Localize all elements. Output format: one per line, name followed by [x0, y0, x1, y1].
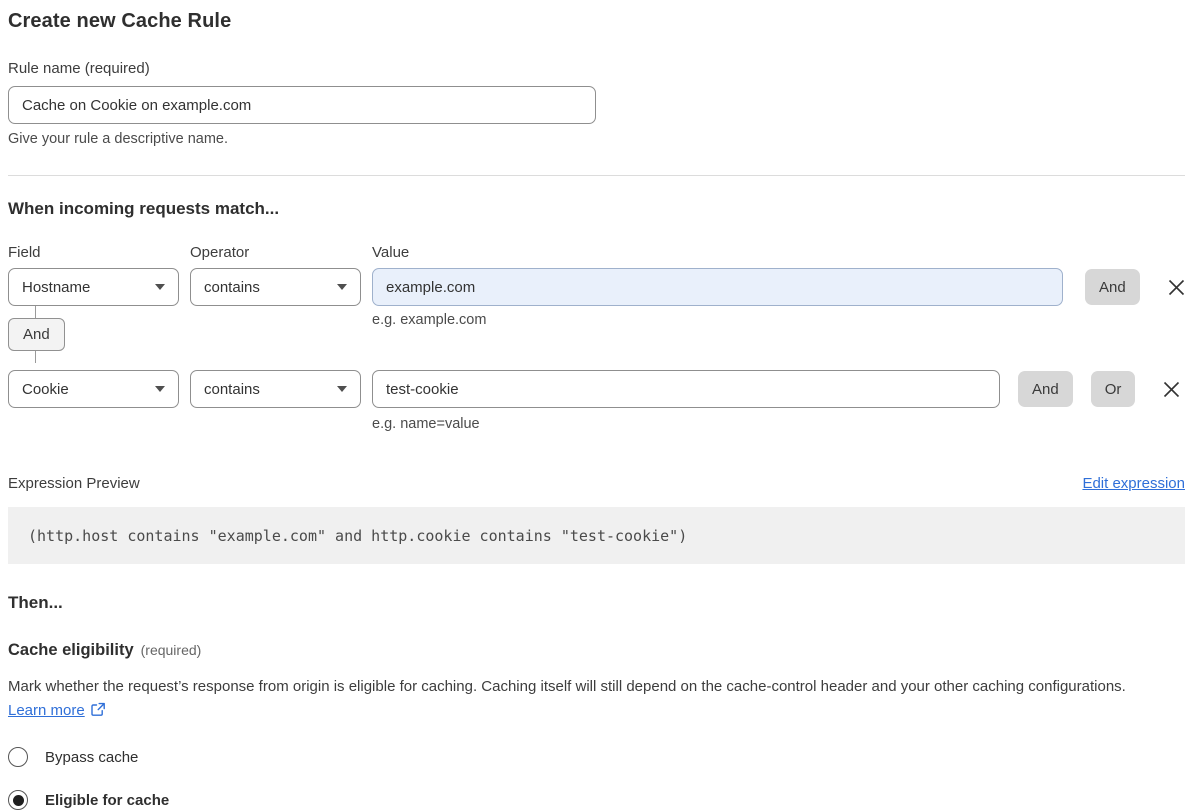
value-input-2[interactable] [372, 370, 1000, 408]
edit-expression-link[interactable]: Edit expression [1082, 475, 1185, 492]
remove-condition-button-1[interactable] [1167, 278, 1186, 297]
add-or-condition-button-2[interactable]: Or [1091, 371, 1136, 407]
radio-option-eligible-for-cache[interactable]: Eligible for cache [8, 790, 1185, 810]
condition-connector-zone: e.g. example.com And [8, 306, 1185, 363]
operator-select-2[interactable]: contains [190, 370, 361, 408]
condition-row-2: Cookie contains And Or [8, 370, 1185, 408]
field-select-2-value: Cookie [22, 381, 69, 398]
page-title: Create new Cache Rule [8, 10, 1185, 33]
chevron-down-icon [155, 284, 165, 290]
close-icon [1167, 278, 1186, 297]
operator-select-1-value: contains [204, 279, 260, 296]
cache-eligibility-title: Cache eligibility [8, 641, 134, 659]
close-icon [1162, 380, 1181, 399]
external-link-icon [91, 701, 106, 725]
radio-unselected-icon[interactable] [8, 747, 28, 767]
value-helper-2: e.g. name=value [372, 416, 1185, 432]
operator-select-1[interactable]: contains [190, 268, 361, 306]
add-and-condition-button-2[interactable]: And [1018, 371, 1073, 407]
condition-row-1: Hostname contains And [8, 268, 1185, 306]
match-heading: When incoming requests match... [8, 199, 1185, 219]
field-select-1[interactable]: Hostname [8, 268, 179, 306]
add-and-condition-button-1[interactable]: And [1085, 269, 1140, 305]
field-column-label: Field [8, 244, 190, 261]
chevron-down-icon [155, 386, 165, 392]
expression-header: Expression Preview Edit expression [8, 475, 1185, 492]
rule-name-label: Rule name (required) [8, 60, 1185, 77]
section-divider [8, 175, 1185, 176]
value-helper-1: e.g. example.com [372, 312, 486, 328]
field-select-1-value: Hostname [22, 279, 90, 296]
create-cache-rule-form: Create new Cache Rule Rule name (require… [0, 0, 1200, 810]
value-column-label: Value [372, 244, 409, 261]
operator-select-2-value: contains [204, 381, 260, 398]
bypass-cache-label: Bypass cache [45, 749, 138, 766]
expression-code-block: (http.host contains "example.com" and ht… [8, 507, 1185, 564]
cache-eligibility-heading: Cache eligibility (required) [8, 641, 1185, 660]
operator-column-label: Operator [190, 244, 372, 261]
description-text: Mark whether the request’s response from… [8, 678, 1126, 695]
and-connector-button[interactable]: And [8, 318, 65, 351]
rule-name-input[interactable] [8, 86, 596, 124]
radio-option-bypass-cache[interactable]: Bypass cache [8, 747, 1185, 767]
radio-selected-icon[interactable] [8, 790, 28, 810]
chevron-down-icon [337, 284, 347, 290]
condition-column-labels: Field Operator Value [8, 244, 1185, 261]
then-heading: Then... [8, 593, 1185, 613]
required-note: (required) [141, 642, 202, 658]
remove-condition-button-2[interactable] [1162, 380, 1181, 399]
value-input-1[interactable] [372, 268, 1063, 306]
learn-more-link[interactable]: Learn more [8, 702, 85, 719]
field-select-2[interactable]: Cookie [8, 370, 179, 408]
expression-preview-label: Expression Preview [8, 475, 140, 492]
chevron-down-icon [337, 386, 347, 392]
eligible-for-cache-label: Eligible for cache [45, 792, 169, 809]
cache-eligibility-description: Mark whether the request’s response from… [8, 675, 1168, 725]
rule-name-helper: Give your rule a descriptive name. [8, 131, 1185, 147]
